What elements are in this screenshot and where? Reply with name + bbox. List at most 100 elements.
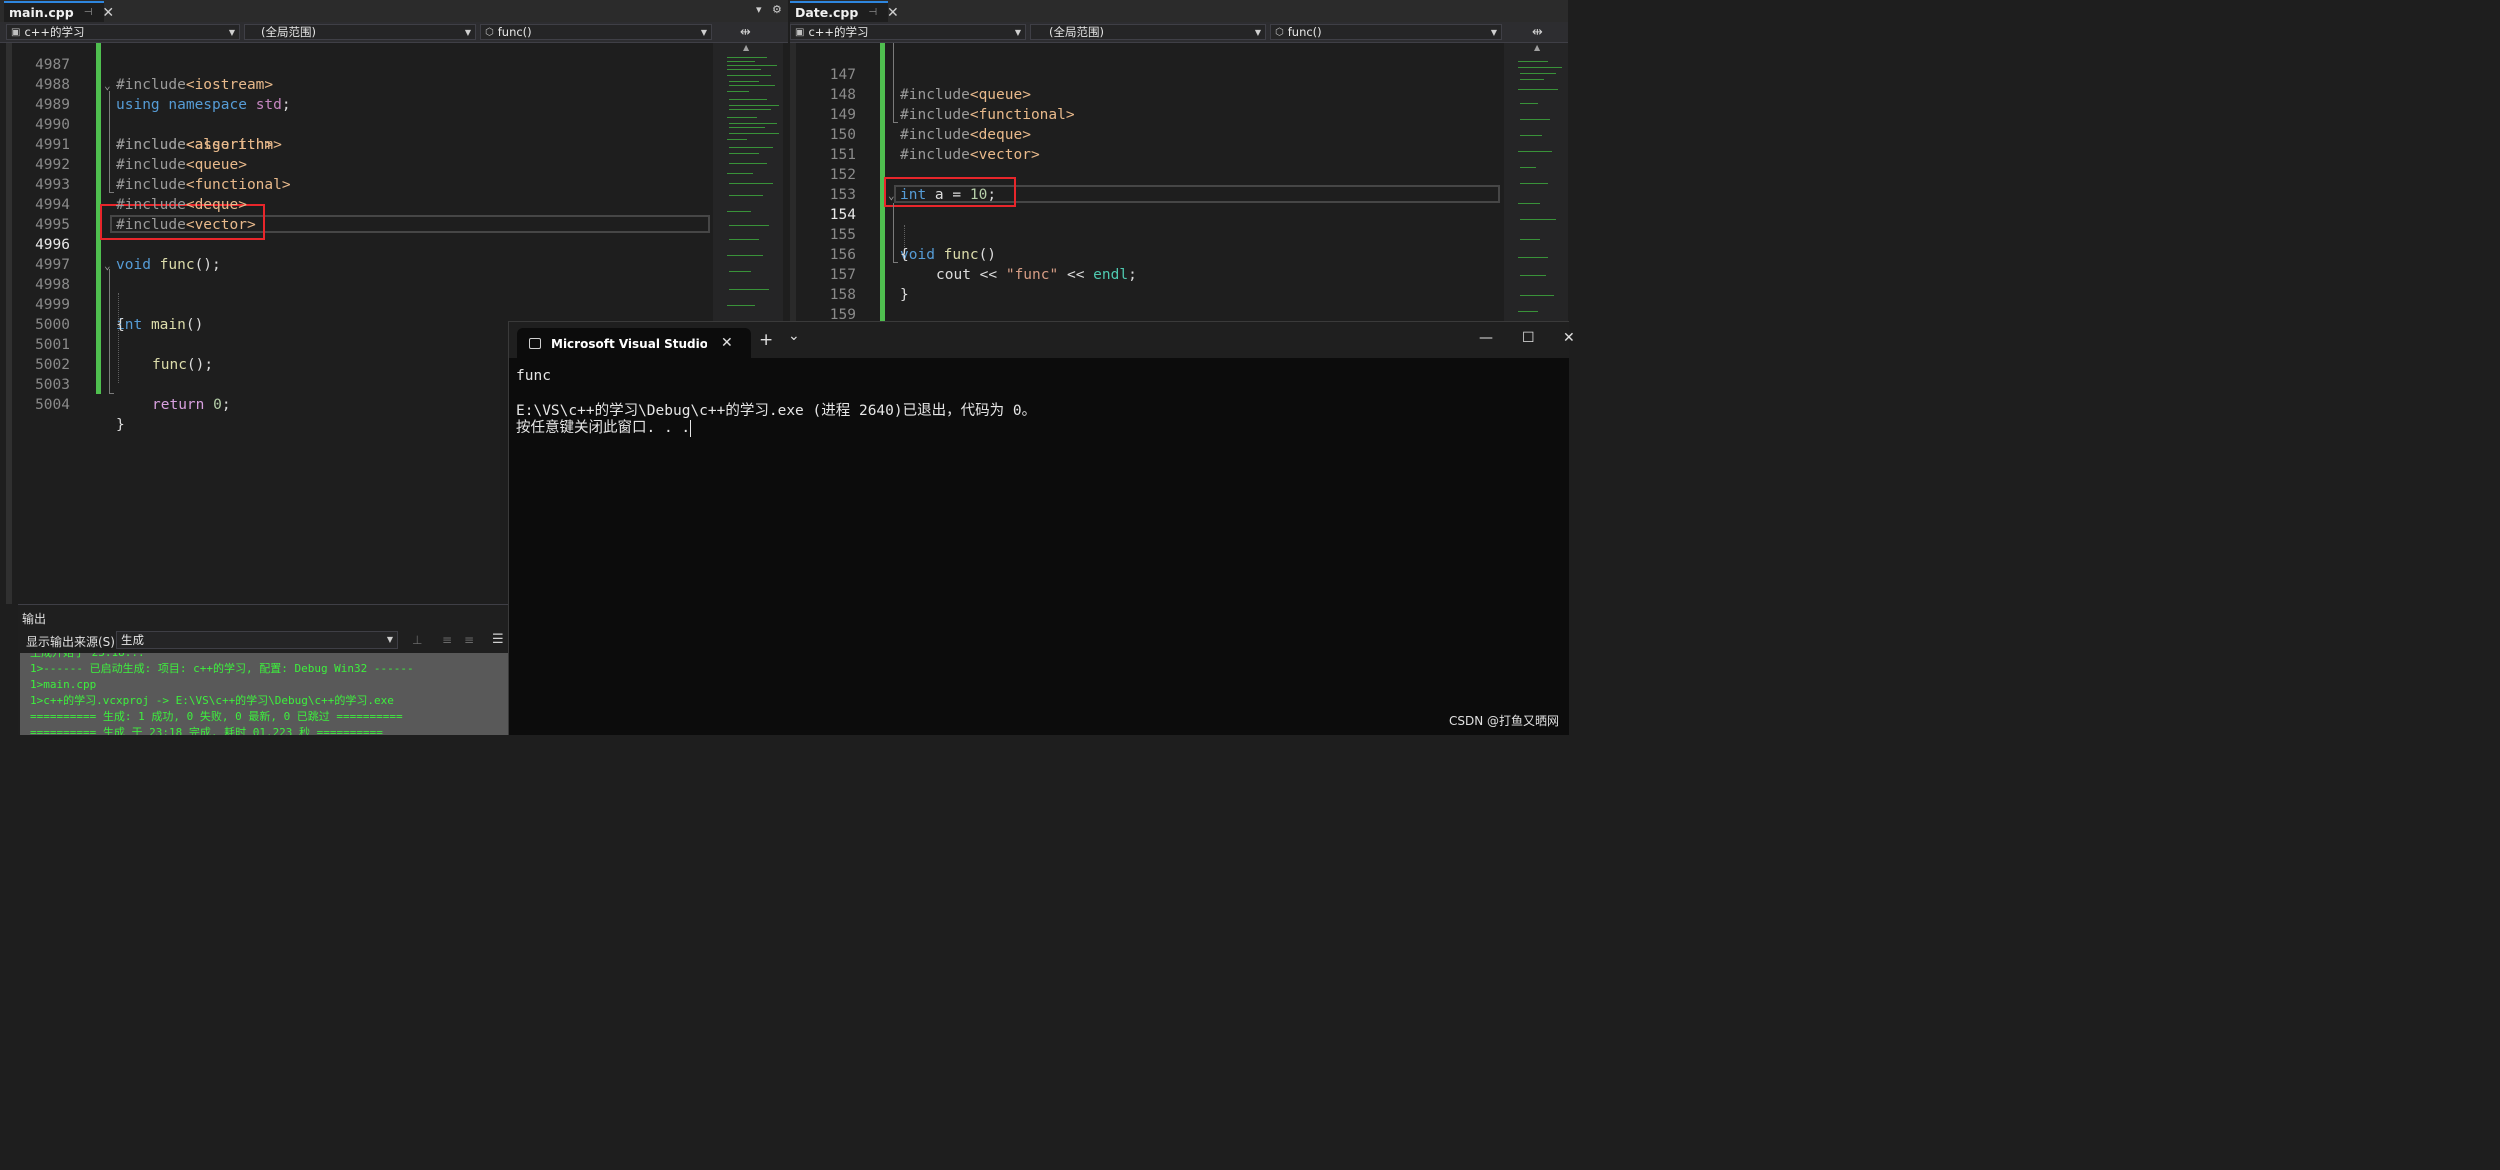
code-text: void func(); — [116, 257, 221, 273]
minimize-button[interactable]: — — [1479, 330, 1493, 346]
console-prompt-text: 按任意键关闭此窗口. . . — [516, 420, 691, 436]
pin-icon[interactable]: ⊣ — [84, 7, 93, 18]
code-text: #include<queue> — [116, 157, 247, 173]
pin-icon[interactable]: ⊣ — [868, 7, 877, 18]
previous-message-icon[interactable]: ≡ — [442, 633, 452, 647]
code-line: 4990 #include<algorithm> — [12, 95, 282, 153]
clear-all-icon[interactable]: ☰ — [492, 632, 504, 647]
indent-guide — [118, 293, 119, 383]
split-editor-icon[interactable]: ⇹ — [740, 25, 751, 40]
scope-dropdown[interactable]: (全局范围) ▼ — [244, 24, 476, 40]
code-line: 148 #include<functional> — [796, 65, 1075, 123]
tab-date-cpp[interactable]: Date.cpp ⊣ ✕ — [790, 1, 899, 22]
code-line: 5003 return 0; — [12, 355, 231, 413]
right-minimap[interactable]: ▲ — [1504, 43, 1568, 321]
code-line: 152 int a = 10; — [796, 145, 996, 203]
collapse-chevron-icon[interactable]: ⌄ — [104, 76, 111, 96]
chevron-down-icon: ▼ — [1254, 28, 1261, 37]
code-text: void func() — [900, 247, 997, 263]
code-text: using namespace std; — [116, 97, 291, 113]
code-line: 4994 #include<vector> — [12, 175, 256, 233]
code-line: 157 } — [796, 245, 909, 303]
code-line: 5002 — [12, 335, 70, 373]
scroll-up-icon[interactable]: ▲ — [1534, 43, 1540, 52]
fold-region-guide — [109, 269, 114, 394]
left-navigation-bar: ▣ c++的学习 ▼ (全局范围) ▼ ⬡ func() ▼ ⇹ — [0, 22, 788, 43]
function-icon: ⬡ — [485, 26, 494, 38]
tab-main-cpp[interactable]: main.cpp ⊣ ✕ — [4, 1, 114, 22]
output-source-dropdown[interactable]: 生成 ▼ — [116, 631, 398, 649]
code-text: #include<functional> — [116, 177, 291, 193]
project-icon: ▣ — [11, 26, 21, 38]
fold-region-guide — [893, 203, 898, 263]
close-tab-icon[interactable]: ✕ — [102, 5, 114, 21]
chevron-down-icon: ▼ — [1490, 28, 1497, 37]
code-line: 4997 — [12, 235, 70, 273]
console-output-line: E:\VS\c++的学习\Debug\c++的学习.exe (进程 2640)已… — [516, 403, 1037, 419]
console-title-bar[interactable]: Microsoft Visual Studio 调试控制台 ✕ + ⌄ — ☐ … — [509, 322, 1575, 358]
tab-menu-chevron-icon[interactable]: ⌄ — [788, 328, 800, 344]
function-icon: ⬡ — [1275, 26, 1284, 38]
scope-dropdown[interactable]: (全局范围) ▼ — [1030, 24, 1266, 40]
code-line: 4999 { — [12, 275, 125, 333]
code-line: 154 ⌄ void func() — [796, 185, 996, 263]
code-line: 153 — [796, 165, 856, 203]
project-dropdown[interactable]: ▣ c++的学习 ▼ — [6, 24, 240, 40]
member-dropdown[interactable]: ⬡ func() ▼ — [1270, 24, 1502, 40]
left-tab-bar: main.cpp ⊣ ✕ ▾ ⚙ — [0, 0, 788, 22]
code-text: func(); — [152, 357, 214, 373]
close-tab-icon[interactable]: ✕ — [721, 335, 733, 351]
code-text: int a = 10; — [900, 187, 997, 203]
collapse-chevron-icon[interactable]: ⌄ — [888, 186, 895, 206]
right-code-editor[interactable]: 147 #include<queue> 148 #include<functio… — [796, 43, 1504, 321]
console-tab-title: Microsoft Visual Studio 调试控制台 — [551, 336, 707, 351]
scope-name: (全局范围) — [261, 25, 316, 39]
maximize-button[interactable]: ☐ — [1522, 330, 1535, 346]
code-line: 149 #include<deque> — [796, 85, 1031, 143]
code-line: 4987 #include<iostream> — [12, 43, 273, 93]
tab-list-dropdown-icon[interactable]: ▾ — [756, 3, 762, 16]
project-name: c++的学习 — [24, 25, 85, 39]
line-number: 5004 — [35, 397, 70, 413]
output-text-area[interactable]: 生成开始于 23:18... 1>------ 已启动生成: 项目: c++的学… — [20, 653, 510, 735]
console-tab[interactable]: Microsoft Visual Studio 调试控制台 ✕ — [517, 328, 751, 358]
code-line: 147 #include<queue> — [796, 45, 1031, 103]
code-text: } — [116, 417, 125, 433]
next-message-icon[interactable]: ≡ — [464, 633, 474, 647]
code-text: { — [900, 247, 909, 263]
split-editor-icon[interactable]: ⇹ — [1532, 25, 1543, 40]
code-line: 5001 func(); — [12, 315, 213, 373]
code-line: 4995 — [12, 195, 70, 233]
chevron-down-icon: ▼ — [386, 635, 393, 644]
console-output-line: func — [516, 368, 551, 384]
code-line: 4996 void func(); — [12, 215, 221, 273]
code-line: 4989 ⌄ #include<assert.h> — [12, 75, 273, 153]
output-line: 1>main.cpp — [30, 678, 97, 691]
find-message-icon[interactable]: ⊥ — [412, 633, 422, 647]
settings-icon[interactable]: ⚙ — [772, 3, 782, 16]
code-text: } — [900, 287, 909, 303]
code-text: #include<iostream> — [116, 77, 274, 93]
chevron-down-icon: ▼ — [700, 28, 707, 37]
output-source-label: 显示输出来源(S): — [26, 635, 120, 649]
code-text: int main() — [116, 317, 204, 333]
fold-region-guide — [893, 43, 898, 123]
close-window-button[interactable]: ✕ — [1563, 330, 1575, 346]
scroll-up-icon[interactable]: ▲ — [743, 43, 749, 52]
code-line: 160 — [796, 305, 831, 321]
fold-region-guide — [109, 91, 114, 193]
debug-console-window[interactable]: Microsoft Visual Studio 调试控制台 ✕ + ⌄ — ☐ … — [508, 321, 1575, 735]
code-text: #include<algorithm> — [116, 137, 282, 153]
collapse-chevron-icon[interactable]: ⌄ — [104, 256, 111, 276]
code-text: #include<deque> — [900, 127, 1031, 143]
code-text: #include<functional> — [900, 107, 1075, 123]
member-dropdown[interactable]: ⬡ func() ▼ — [480, 24, 712, 40]
close-tab-icon[interactable]: ✕ — [887, 5, 899, 21]
member-name: func() — [1287, 25, 1322, 39]
new-tab-button[interactable]: + — [759, 330, 773, 350]
project-dropdown[interactable]: ▣ c++的学习 ▼ — [790, 24, 1026, 40]
project-name: c++的学习 — [808, 25, 869, 39]
tab-label: main.cpp — [9, 5, 74, 20]
chevron-down-icon: ▼ — [228, 28, 235, 37]
code-line: 158 — [796, 265, 856, 303]
